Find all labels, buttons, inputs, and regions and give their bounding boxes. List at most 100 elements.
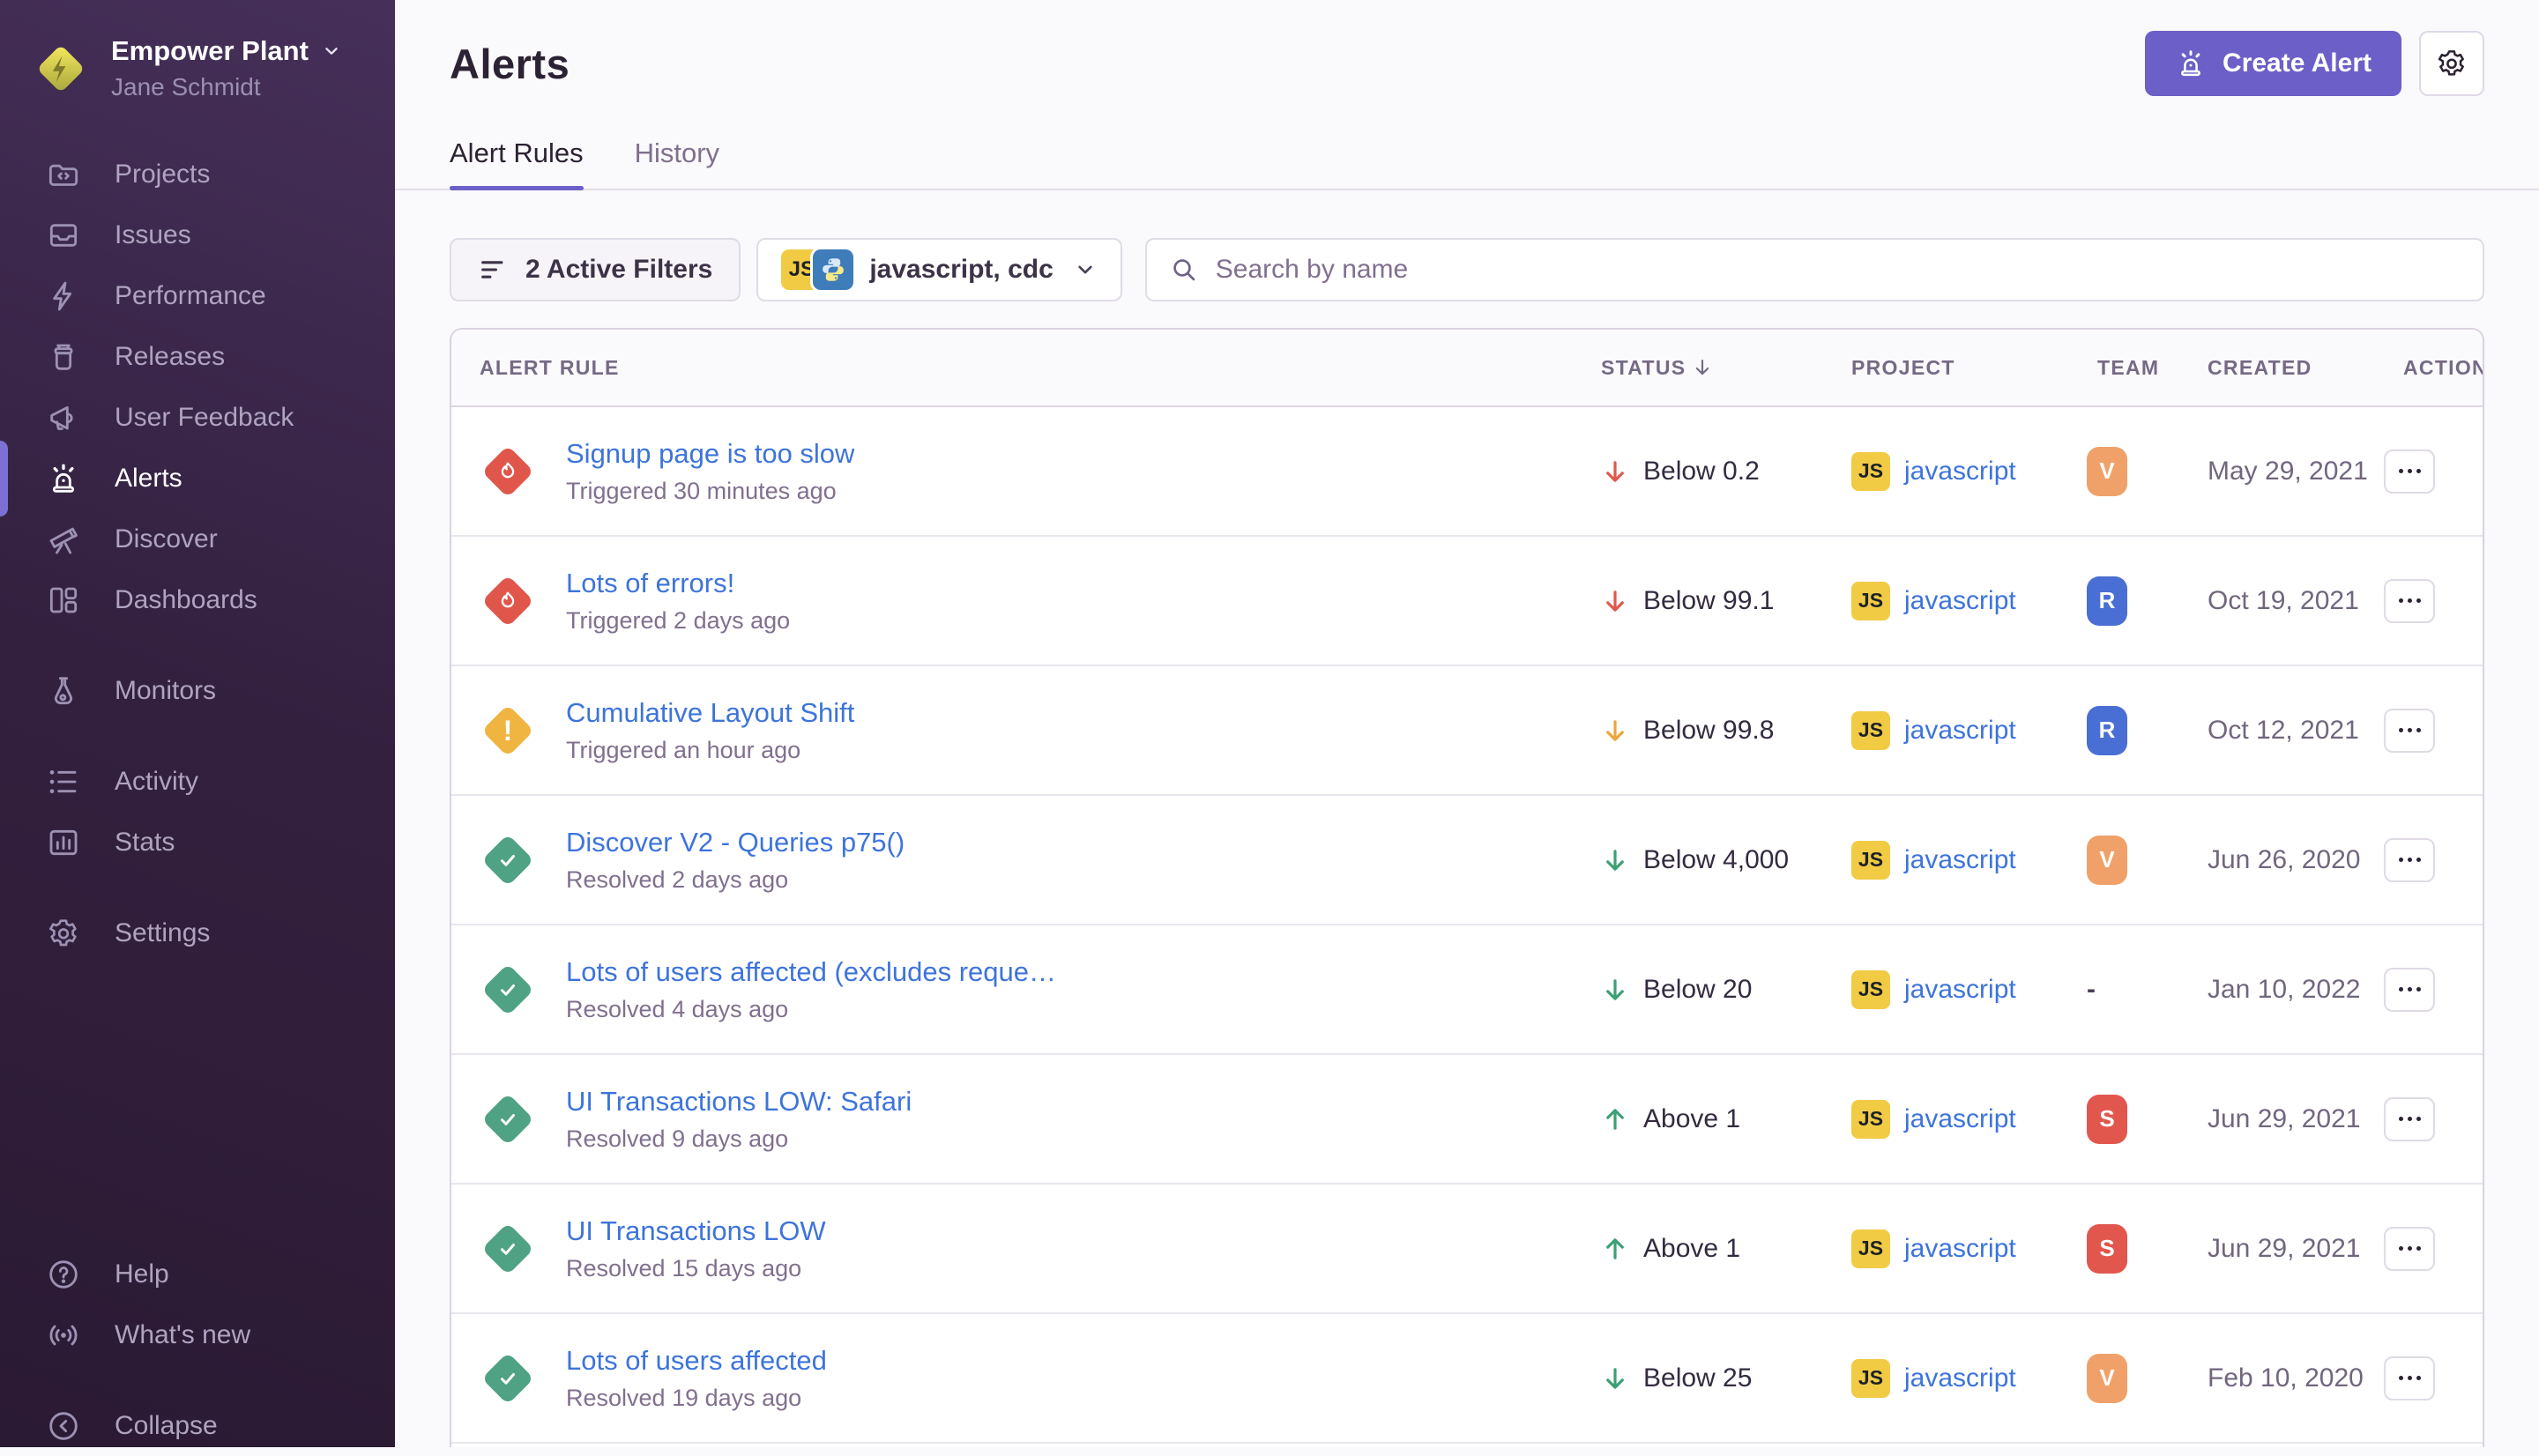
alert-rule-link[interactable]: Lots of errors! bbox=[566, 568, 790, 599]
alert-rule-link[interactable]: Lots of users affected (excludes reque… bbox=[566, 956, 1056, 988]
sidebar-item-projects[interactable]: Projects bbox=[0, 144, 395, 204]
sidebar-item-label: Issues bbox=[115, 220, 191, 250]
alert-rule-link[interactable]: Discover V2 - Queries p75() bbox=[566, 827, 905, 858]
alert-rule-link[interactable]: UI Transactions LOW bbox=[566, 1215, 826, 1247]
arrow-up-icon bbox=[1601, 1105, 1629, 1133]
sidebar-item-discover[interactable]: Discover bbox=[0, 509, 395, 569]
arrow-down-icon bbox=[1601, 976, 1629, 1004]
sidebar-item-user-feedback[interactable]: User Feedback bbox=[0, 387, 395, 448]
tab-history[interactable]: History bbox=[635, 137, 719, 189]
project-filter-dropdown[interactable]: JS javascript, cdc bbox=[756, 238, 1121, 301]
created-date: Feb 10, 2020 bbox=[2174, 1363, 2377, 1393]
sidebar-item-issues[interactable]: Issues bbox=[0, 204, 395, 265]
js-icon: JS bbox=[1851, 1359, 1890, 1398]
tabs: Alert Rules History bbox=[395, 137, 2539, 190]
project-filter-label: javascript, cdc bbox=[869, 255, 1053, 285]
row-actions-button[interactable] bbox=[2384, 1356, 2435, 1400]
help-icon bbox=[46, 1257, 81, 1292]
alert-rule-link[interactable]: Signup page is too slow bbox=[566, 438, 854, 470]
search-icon bbox=[1170, 256, 1198, 284]
project-link[interactable]: javascript bbox=[1904, 1104, 2016, 1134]
alert-rule-link[interactable]: UI Transactions LOW: Safari bbox=[566, 1086, 912, 1118]
actions-cell bbox=[2377, 449, 2483, 494]
team-cell: V bbox=[2073, 836, 2174, 885]
sidebar-item-performance[interactable]: Performance bbox=[0, 265, 395, 326]
alert-rule-row: Lots of errors!Triggered 2 days agoBelow… bbox=[451, 537, 2483, 666]
alert-rule-row: !Cumulative Layout ShiftTriggered an hou… bbox=[451, 666, 2483, 796]
row-actions-button[interactable] bbox=[2384, 968, 2435, 1012]
alert-rule-link[interactable]: Cumulative Layout Shift bbox=[566, 697, 854, 729]
settings-button[interactable] bbox=[2419, 31, 2484, 96]
status-cell: Below 4,000 bbox=[1575, 845, 1839, 875]
actions-cell bbox=[2377, 968, 2483, 1012]
sidebar-item-monitors[interactable]: Monitors bbox=[0, 660, 395, 721]
sidebar-item-label: Projects bbox=[115, 160, 210, 189]
project-cell: JS javascript bbox=[1839, 1359, 2073, 1398]
column-header-project[interactable]: PROJECT bbox=[1839, 356, 2073, 380]
team-avatar: S bbox=[2087, 1224, 2127, 1274]
sidebar-item-label: Settings bbox=[115, 918, 210, 948]
sidebar-item-releases[interactable]: Releases bbox=[0, 326, 395, 387]
project-link[interactable]: javascript bbox=[1904, 845, 2016, 875]
row-actions-button[interactable] bbox=[2384, 1227, 2435, 1271]
sidebar: Empower Plant Jane Schmidt Projects Issue… bbox=[0, 0, 395, 1447]
column-header-status[interactable]: STATUS bbox=[1575, 356, 1839, 380]
project-link[interactable]: javascript bbox=[1904, 457, 2016, 487]
sort-descending-icon bbox=[1691, 356, 1714, 379]
gear-icon bbox=[2435, 47, 2468, 80]
nav-section-divider bbox=[0, 630, 395, 660]
project-cell: JSjavascript bbox=[1839, 841, 2073, 880]
org-switcher[interactable]: Empower Plant Jane Schmidt bbox=[34, 35, 395, 101]
column-header-actions[interactable]: ACTIONS bbox=[2377, 356, 2483, 380]
sidebar-item-activity[interactable]: Activity bbox=[0, 751, 395, 812]
row-actions-button[interactable] bbox=[2384, 449, 2435, 494]
sidebar-item-label: Alerts bbox=[115, 464, 182, 494]
alerts-table: ALERT RULESTATUSPROJECTTEAM CREATED ACTION… bbox=[450, 328, 2484, 1447]
team-cell: S bbox=[2073, 1224, 2174, 1274]
column-header-team[interactable]: TEAM bbox=[2073, 356, 2174, 380]
alert-rule-cell: Discover V2 - Queries p75()Resolved 2 da… bbox=[451, 827, 1575, 894]
alert-rule-row: Lots of users affectedResolved 19 days a… bbox=[451, 1314, 2483, 1444]
arrow-up-icon bbox=[1601, 1235, 1629, 1263]
project-link[interactable]: javascript bbox=[1904, 1234, 2016, 1264]
actions-cell bbox=[2377, 838, 2483, 882]
siren-icon bbox=[46, 461, 81, 496]
main-content: Alerts Create Alert Alert Rules History bbox=[395, 0, 2539, 1447]
project-link[interactable]: javascript bbox=[1904, 716, 2016, 746]
row-actions-button[interactable] bbox=[2384, 709, 2435, 753]
team-empty: - bbox=[2087, 975, 2096, 1004]
team-avatar: R bbox=[2087, 706, 2127, 755]
column-header-label: CREATED bbox=[2208, 356, 2312, 380]
row-actions-button[interactable] bbox=[2384, 838, 2435, 882]
sidebar-item-label: Help bbox=[115, 1259, 169, 1289]
js-icon: JS bbox=[1851, 1100, 1890, 1139]
sidebar-item-dashboards[interactable]: Dashboards bbox=[0, 569, 395, 630]
column-header-alert-rule[interactable]: ALERT RULE bbox=[451, 356, 1575, 380]
column-header-created[interactable]: CREATED bbox=[2174, 356, 2377, 380]
row-actions-button[interactable] bbox=[2384, 579, 2435, 623]
alert-rule-row: Lots of users affected (excludes reque…R… bbox=[451, 925, 2483, 1055]
project-link[interactable]: javascript bbox=[1904, 586, 2016, 616]
alert-rule-link[interactable]: Lots of users affected bbox=[566, 1345, 827, 1377]
active-filters-button[interactable]: 2 Active Filters bbox=[450, 238, 741, 301]
sidebar-item-alerts[interactable]: Alerts bbox=[0, 448, 395, 509]
activity-icon bbox=[46, 764, 81, 799]
row-actions-button[interactable] bbox=[2384, 1097, 2435, 1141]
search-box bbox=[1145, 238, 2484, 301]
search-input[interactable] bbox=[1216, 255, 2460, 285]
status-value: Below 99.1 bbox=[1643, 586, 1774, 616]
sidebar-item-settings[interactable]: Settings bbox=[0, 903, 395, 963]
created-date: May 29, 2021 bbox=[2174, 457, 2377, 487]
tab-alert-rules[interactable]: Alert Rules bbox=[450, 137, 584, 189]
sidebar-item-stats[interactable]: Stats bbox=[0, 812, 395, 873]
sidebar-item-help[interactable]: Help bbox=[0, 1244, 395, 1304]
project-link[interactable]: javascript bbox=[1904, 975, 2016, 1005]
status-cell: Below 99.1 bbox=[1575, 586, 1839, 616]
team-cell: R bbox=[2073, 706, 2174, 755]
releases-icon bbox=[46, 339, 81, 375]
filter-bar: 2 Active Filters JS javascript, cdc bbox=[450, 238, 2484, 301]
sidebar-item-what-s-new[interactable]: What's new bbox=[0, 1304, 395, 1365]
arrow-down-icon bbox=[1601, 457, 1629, 486]
create-alert-button[interactable]: Create Alert bbox=[2145, 31, 2401, 96]
project-link[interactable]: javascript bbox=[1904, 1363, 2016, 1393]
